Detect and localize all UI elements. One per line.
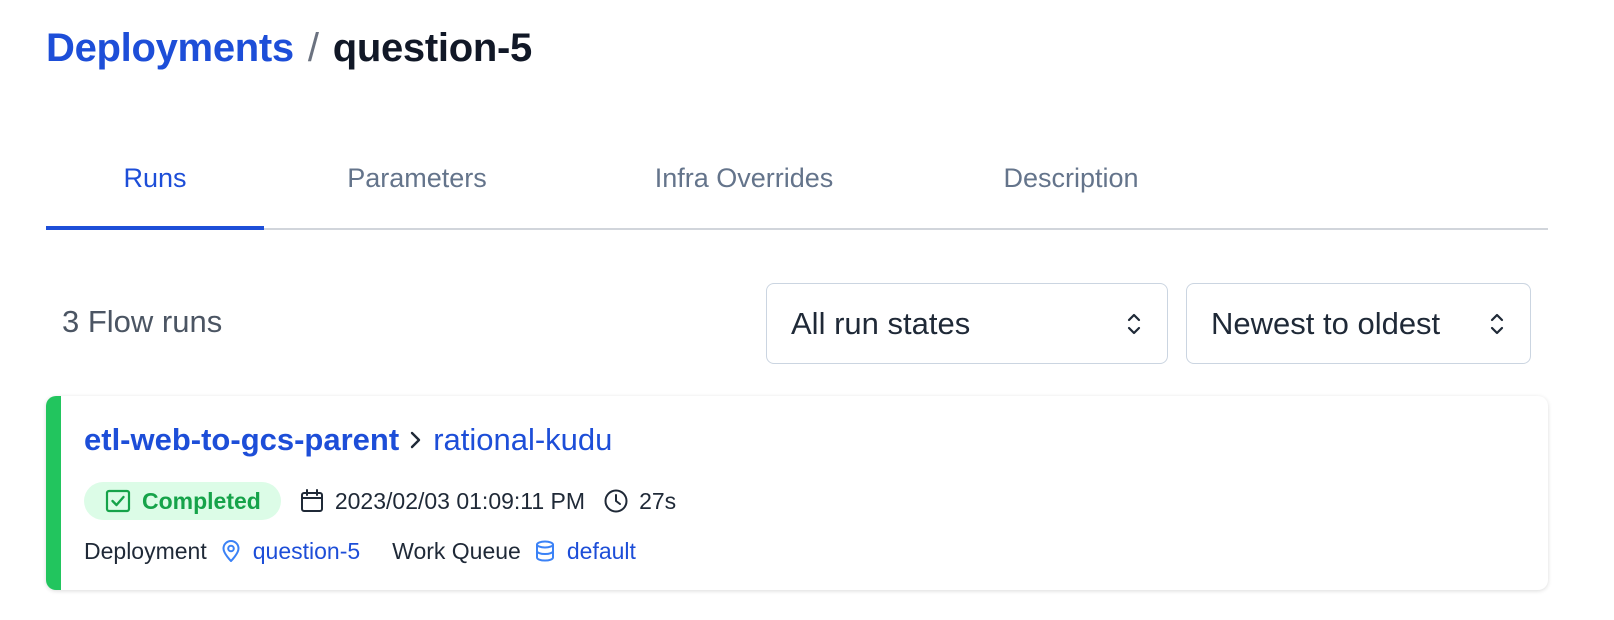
- database-icon: [535, 540, 554, 562]
- chevron-up-down-icon: [1490, 313, 1504, 334]
- flow-run-count: 3 Flow runs: [62, 304, 223, 339]
- clock-icon: [604, 489, 628, 513]
- flow-run-card[interactable]: etl-web-to-gcs-parent rational-kudu Comp…: [46, 396, 1548, 590]
- deployment-page: Deployments / question-5 Runs Parameters…: [0, 0, 1614, 620]
- flow-run-relations: Deployment question-5 Work Queue default: [84, 536, 636, 566]
- run-start-time: 2023/02/03 01:09:11 PM: [299, 488, 585, 515]
- flow-run-meta: Completed 2023/02/03 01:09:11 PM 27s: [84, 482, 676, 520]
- work-queue-label: Work Queue: [392, 537, 521, 564]
- tab-parameters[interactable]: Parameters: [286, 128, 548, 228]
- deployment-label: Deployment: [84, 537, 207, 564]
- run-state-stripe: [46, 396, 61, 590]
- run-duration: 27s: [603, 488, 676, 515]
- breadcrumb: Deployments / question-5: [46, 26, 532, 71]
- sort-order-value: Newest to oldest: [1211, 305, 1441, 341]
- map-pin-icon: [222, 540, 240, 562]
- breadcrumb-separator: /: [307, 26, 319, 70]
- run-state-filter-select[interactable]: All run states: [766, 283, 1168, 364]
- run-start-time-value: 2023/02/03 01:09:11 PM: [334, 487, 586, 514]
- run-state-filter-value: All run states: [791, 305, 971, 341]
- work-queue-group: Work Queue default: [392, 538, 636, 565]
- check-square-icon: [105, 489, 131, 513]
- flow-name-link[interactable]: etl-web-to-gcs-parent: [84, 422, 399, 458]
- status-badge-label: Completed: [142, 487, 261, 514]
- page-title: question-5: [332, 26, 533, 70]
- chevron-up-down-icon: [1127, 313, 1141, 334]
- chevron-right-icon: [410, 431, 421, 449]
- flow-run-name-link[interactable]: rational-kudu: [433, 422, 612, 458]
- calendar-icon: [300, 489, 323, 512]
- deployment-link[interactable]: question-5: [253, 538, 360, 565]
- tab-bar: Runs Parameters Infra Overrides Descript…: [46, 128, 1548, 230]
- tab-infra-overrides[interactable]: Infra Overrides: [586, 128, 902, 228]
- work-queue-link[interactable]: default: [567, 538, 636, 565]
- sort-order-select[interactable]: Newest to oldest: [1186, 283, 1531, 364]
- flow-run-title: etl-web-to-gcs-parent rational-kudu: [84, 422, 612, 458]
- tab-runs[interactable]: Runs: [46, 128, 264, 230]
- tab-description[interactable]: Description: [936, 128, 1206, 228]
- status-badge[interactable]: Completed: [84, 482, 281, 520]
- run-duration-value: 27s: [639, 487, 677, 514]
- breadcrumb-deployments-link[interactable]: Deployments: [46, 26, 294, 71]
